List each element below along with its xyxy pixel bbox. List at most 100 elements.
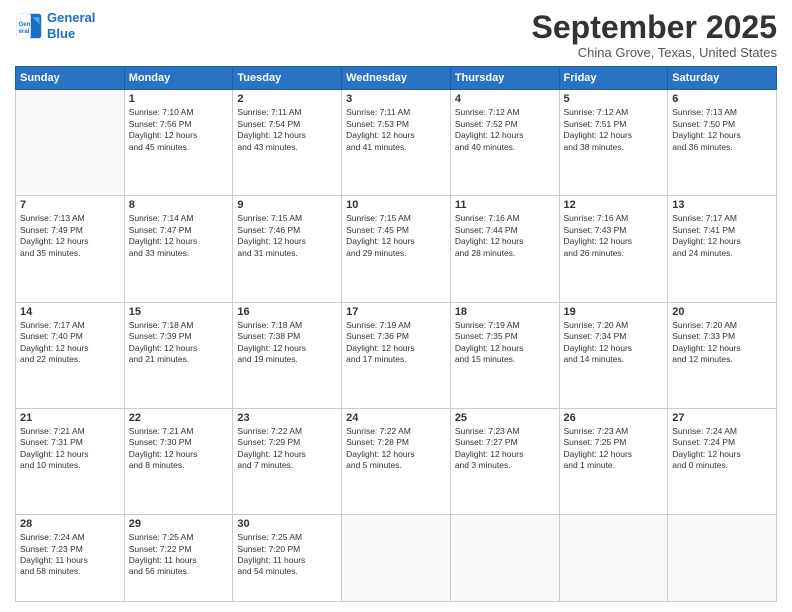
table-row: 8 Sunrise: 7:14 AMSunset: 7:47 PMDaylight…: [124, 196, 233, 302]
day-number: 12: [564, 199, 664, 211]
day-number: 22: [129, 412, 229, 424]
table-row: [16, 90, 125, 196]
day-info: Sunrise: 7:15 AMSunset: 7:45 PMDaylight:…: [346, 213, 446, 259]
location: China Grove, Texas, United States: [532, 45, 777, 60]
day-number: 4: [455, 93, 555, 105]
table-row: 15 Sunrise: 7:18 AMSunset: 7:39 PMDayligh…: [124, 302, 233, 408]
header-row: Sunday Monday Tuesday Wednesday Thursday…: [16, 67, 777, 90]
day-number: 29: [129, 518, 229, 530]
day-number: 3: [346, 93, 446, 105]
table-row: 20 Sunrise: 7:20 AMSunset: 7:33 PMDayligh…: [668, 302, 777, 408]
day-info: Sunrise: 7:24 AMSunset: 7:24 PMDaylight:…: [672, 426, 772, 472]
table-row: 29 Sunrise: 7:25 AMSunset: 7:22 PMDayligh…: [124, 515, 233, 602]
title-area: September 2025 China Grove, Texas, Unite…: [532, 10, 777, 60]
table-row: 16Sunrise: 7:18 AMSunset: 7:38 PMDayligh…: [233, 302, 342, 408]
day-info: Sunrise: 7:15 AMSunset: 7:46 PMDaylight:…: [237, 213, 337, 259]
col-friday: Friday: [559, 67, 668, 90]
table-row: [668, 515, 777, 602]
day-number: 25: [455, 412, 555, 424]
table-row: [559, 515, 668, 602]
day-number: 13: [672, 199, 772, 211]
day-number: 8: [129, 199, 229, 211]
table-row: 27 Sunrise: 7:24 AMSunset: 7:24 PMDayligh…: [668, 408, 777, 514]
day-info: Sunrise: 7:23 AMSunset: 7:25 PMDaylight:…: [564, 426, 664, 472]
day-number: 15: [129, 306, 229, 318]
day-number: 28: [20, 518, 120, 530]
col-saturday: Saturday: [668, 67, 777, 90]
day-number: 30: [237, 518, 337, 530]
table-row: [342, 515, 451, 602]
day-info: Sunrise: 7:14 AMSunset: 7:47 PMDaylight:…: [129, 213, 229, 259]
day-info: Sunrise: 7:22 AMSunset: 7:28 PMDaylight:…: [346, 426, 446, 472]
calendar: Sunday Monday Tuesday Wednesday Thursday…: [15, 66, 777, 602]
day-info: Sunrise: 7:25 AMSunset: 7:20 PMDaylight:…: [237, 532, 337, 578]
table-row: [450, 515, 559, 602]
day-number: 14: [20, 306, 120, 318]
day-number: 27: [672, 412, 772, 424]
table-row: 22 Sunrise: 7:21 AMSunset: 7:30 PMDayligh…: [124, 408, 233, 514]
month-title: September 2025: [532, 10, 777, 45]
col-sunday: Sunday: [16, 67, 125, 90]
day-info: Sunrise: 7:12 AMSunset: 7:51 PMDaylight:…: [564, 107, 664, 153]
table-row: 11Sunrise: 7:16 AMSunset: 7:44 PMDayligh…: [450, 196, 559, 302]
col-monday: Monday: [124, 67, 233, 90]
day-number: 10: [346, 199, 446, 211]
logo-icon: Gen eral: [15, 12, 43, 40]
day-number: 20: [672, 306, 772, 318]
col-thursday: Thursday: [450, 67, 559, 90]
table-row: 19 Sunrise: 7:20 AMSunset: 7:34 PMDayligh…: [559, 302, 668, 408]
day-number: 2: [237, 93, 337, 105]
day-info: Sunrise: 7:13 AMSunset: 7:49 PMDaylight:…: [20, 213, 120, 259]
table-row: 1Sunrise: 7:10 AMSunset: 7:56 PMDaylight…: [124, 90, 233, 196]
day-number: 23: [237, 412, 337, 424]
table-row: 28 Sunrise: 7:24 AMSunset: 7:23 PMDayligh…: [16, 515, 125, 602]
table-row: 24 Sunrise: 7:22 AMSunset: 7:28 PMDayligh…: [342, 408, 451, 514]
day-number: 26: [564, 412, 664, 424]
table-row: 14 Sunrise: 7:17 AMSunset: 7:40 PMDayligh…: [16, 302, 125, 408]
day-info: Sunrise: 7:25 AMSunset: 7:22 PMDaylight:…: [129, 532, 229, 578]
day-number: 5: [564, 93, 664, 105]
table-row: 6Sunrise: 7:13 AMSunset: 7:50 PMDaylight…: [668, 90, 777, 196]
day-number: 18: [455, 306, 555, 318]
logo-line2: Blue: [47, 26, 75, 41]
col-wednesday: Wednesday: [342, 67, 451, 90]
table-row: 12 Sunrise: 7:16 AMSunset: 7:43 PMDayligh…: [559, 196, 668, 302]
day-number: 19: [564, 306, 664, 318]
day-info: Sunrise: 7:22 AMSunset: 7:29 PMDaylight:…: [237, 426, 337, 472]
col-tuesday: Tuesday: [233, 67, 342, 90]
day-info: Sunrise: 7:18 AMSunset: 7:39 PMDaylight:…: [129, 320, 229, 366]
table-row: 13 Sunrise: 7:17 AMSunset: 7:41 PMDayligh…: [668, 196, 777, 302]
day-info: Sunrise: 7:17 AMSunset: 7:40 PMDaylight:…: [20, 320, 120, 366]
day-number: 24: [346, 412, 446, 424]
logo-text: General Blue: [47, 10, 95, 41]
header: Gen eral General Blue September 2025 Chi…: [15, 10, 777, 60]
day-number: 21: [20, 412, 120, 424]
table-row: 25 Sunrise: 7:23 AMSunset: 7:27 PMDayligh…: [450, 408, 559, 514]
day-number: 16: [237, 306, 337, 318]
day-info: Sunrise: 7:23 AMSunset: 7:27 PMDaylight:…: [455, 426, 555, 472]
day-info: Sunrise: 7:16 AMSunset: 7:43 PMDaylight:…: [564, 213, 664, 259]
day-number: 17: [346, 306, 446, 318]
day-info: Sunrise: 7:20 AMSunset: 7:33 PMDaylight:…: [672, 320, 772, 366]
day-number: 11: [455, 199, 555, 211]
logo: Gen eral General Blue: [15, 10, 95, 41]
table-row: 4Sunrise: 7:12 AMSunset: 7:52 PMDaylight…: [450, 90, 559, 196]
table-row: 10 Sunrise: 7:15 AMSunset: 7:45 PMDayligh…: [342, 196, 451, 302]
table-row: 21 Sunrise: 7:21 AMSunset: 7:31 PMDayligh…: [16, 408, 125, 514]
svg-text:Gen: Gen: [19, 21, 31, 28]
day-info: Sunrise: 7:24 AMSunset: 7:23 PMDaylight:…: [20, 532, 120, 578]
page: Gen eral General Blue September 2025 Chi…: [0, 0, 792, 612]
day-number: 7: [20, 199, 120, 211]
svg-text:eral: eral: [19, 28, 30, 35]
day-info: Sunrise: 7:11 AMSunset: 7:54 PMDaylight:…: [237, 107, 337, 153]
logo-line1: General: [47, 10, 95, 25]
day-info: Sunrise: 7:21 AMSunset: 7:30 PMDaylight:…: [129, 426, 229, 472]
day-number: 6: [672, 93, 772, 105]
table-row: 2 Sunrise: 7:11 AMSunset: 7:54 PMDaylight…: [233, 90, 342, 196]
table-row: 23 Sunrise: 7:22 AMSunset: 7:29 PMDayligh…: [233, 408, 342, 514]
day-info: Sunrise: 7:21 AMSunset: 7:31 PMDaylight:…: [20, 426, 120, 472]
day-info: Sunrise: 7:17 AMSunset: 7:41 PMDaylight:…: [672, 213, 772, 259]
day-info: Sunrise: 7:20 AMSunset: 7:34 PMDaylight:…: [564, 320, 664, 366]
table-row: 5 Sunrise: 7:12 AMSunset: 7:51 PMDaylight…: [559, 90, 668, 196]
day-number: 1: [129, 93, 229, 105]
